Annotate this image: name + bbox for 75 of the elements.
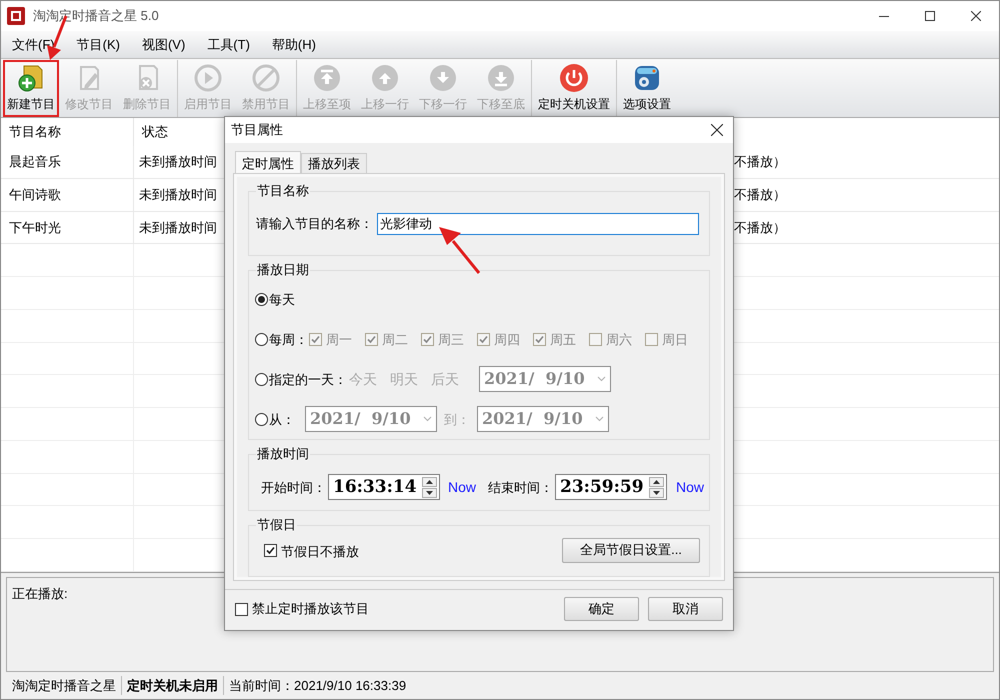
holiday-settings-button[interactable]: 全局节假日设置... xyxy=(562,538,700,563)
option-label: 指定的一天： xyxy=(269,370,347,388)
weekday-label: 周二 xyxy=(382,330,408,348)
menu-item[interactable]: 帮助(H) xyxy=(272,34,316,54)
spin-buttons[interactable] xyxy=(649,476,664,498)
annotation-arrow xyxy=(437,225,481,275)
arrow-up-icon xyxy=(370,62,400,92)
weekday-label: 周三 xyxy=(438,330,464,348)
close-icon xyxy=(971,11,981,21)
checkbox[interactable] xyxy=(365,332,378,346)
chevron-down-icon xyxy=(423,416,432,422)
group-title: 节目名称 xyxy=(256,182,310,200)
play-icon xyxy=(193,62,223,92)
table-cell: 下午时光 xyxy=(1,212,134,244)
status-text: 定时关机未启用 xyxy=(121,676,223,696)
group-title: 节假日 xyxy=(256,516,297,534)
status-text: 当前时间：2021/9/10 16:33:39 xyxy=(223,676,412,696)
option-label: 每天 xyxy=(269,290,295,308)
checkbox[interactable] xyxy=(421,332,434,346)
menu-item[interactable]: 工具(T) xyxy=(207,34,250,54)
chevron-down-icon xyxy=(595,416,604,422)
time-field[interactable]: 16:33:14 xyxy=(328,474,440,500)
now-playing-label: 正在播放: xyxy=(12,586,68,601)
weekday-label: 周一 xyxy=(326,330,352,348)
radio-button[interactable] xyxy=(255,292,268,306)
option-label: 每周： xyxy=(269,330,308,348)
arrow-down-icon xyxy=(486,62,516,92)
menu-item[interactable]: 节目(K) xyxy=(76,34,120,54)
prohibited-icon xyxy=(251,62,281,92)
maximize-icon xyxy=(925,11,935,21)
chevron-down-icon xyxy=(597,376,606,382)
radio-button[interactable] xyxy=(255,372,268,386)
app-logo-icon xyxy=(7,7,25,25)
toolbar-button[interactable]: 新建节目 xyxy=(3,60,59,116)
tab[interactable]: 播放列表 xyxy=(301,153,367,173)
arrow-down-icon xyxy=(428,62,458,92)
tab[interactable]: 定时属性 xyxy=(235,151,301,173)
toolbar-button[interactable]: 选项设置 xyxy=(619,60,675,116)
now-link[interactable]: Now xyxy=(676,476,704,498)
column-header[interactable]: 节目名称 xyxy=(1,118,134,146)
table-cell-text: 不播放） xyxy=(734,153,786,172)
start-time-label: 开始时间： xyxy=(261,478,326,496)
checkbox-label: 禁止定时播放该节目 xyxy=(252,600,369,618)
checkbox-label: 节假日不播放 xyxy=(281,542,359,561)
weekday-label: 周四 xyxy=(494,330,520,348)
table-cell-text: 不播放） xyxy=(734,186,786,204)
dialog-button[interactable]: 确定 xyxy=(564,597,639,621)
toolbar-button[interactable]: 定时关机设置 xyxy=(534,60,614,116)
to-label: 到： xyxy=(443,410,471,428)
menu-item[interactable]: 视图(V) xyxy=(142,34,186,54)
checkbox[interactable] xyxy=(477,332,490,346)
checkbox[interactable] xyxy=(645,332,658,346)
table-cell: 晨起音乐 xyxy=(1,146,134,178)
weekday-label: 周日 xyxy=(662,330,688,348)
spin-buttons[interactable] xyxy=(422,476,437,498)
table-cell-text: 不播放） xyxy=(734,218,786,237)
radio-button[interactable] xyxy=(255,332,268,346)
radio-button[interactable] xyxy=(255,412,268,426)
name-field[interactable]: 光影律动 xyxy=(377,213,699,235)
checkbox[interactable] xyxy=(589,332,602,346)
arrow-up-icon xyxy=(312,62,342,92)
checkbox[interactable] xyxy=(309,332,322,346)
time-field[interactable]: 23:59:59 xyxy=(555,474,668,500)
status-text: 淘淘定时播音之星 xyxy=(11,676,117,695)
dialog-button[interactable]: 取消 xyxy=(648,597,723,621)
option-label: 从： xyxy=(269,410,295,428)
power-icon xyxy=(559,62,589,92)
checkbox[interactable] xyxy=(235,602,248,616)
now-link[interactable]: Now xyxy=(448,476,476,498)
weekday-label: 周五 xyxy=(550,330,576,348)
table-cell: 午间诗歌 xyxy=(1,178,134,211)
end-time-label: 结束时间： xyxy=(488,478,554,496)
weekday-label: 周六 xyxy=(606,330,632,348)
checkbox[interactable] xyxy=(264,544,277,557)
checkbox[interactable] xyxy=(533,332,546,346)
